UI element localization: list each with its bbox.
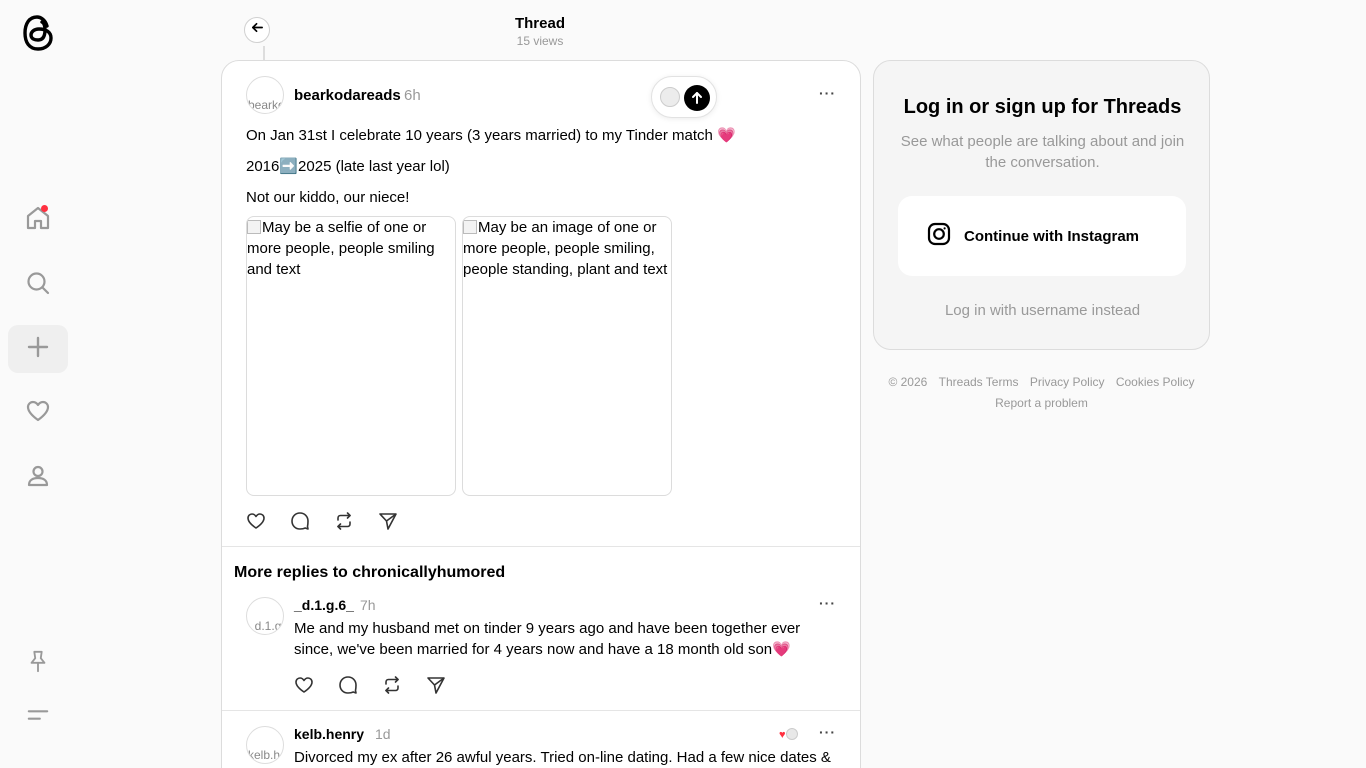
send-icon — [379, 513, 397, 530]
plus-icon — [25, 334, 51, 365]
nav-activity[interactable] — [8, 389, 68, 437]
divider — [222, 710, 860, 711]
comment-button[interactable] — [338, 675, 358, 700]
image-alt-text: May be an image of one or more people, p… — [463, 219, 668, 278]
repost-button[interactable] — [334, 511, 354, 536]
heart-icon — [247, 513, 265, 529]
more-options-icon[interactable]: ··· — [819, 595, 836, 611]
login-subtitle: See what people are talking about and jo… — [900, 133, 1185, 171]
avatar-alt-text: _d.1.g.6_ — [248, 619, 283, 633]
login-card: Log in or sign up for Threads See what p… — [873, 60, 1210, 350]
copyright: © 2026 — [888, 375, 928, 389]
user-icon — [25, 463, 51, 494]
reply-username[interactable]: _d.1.g.6_ — [294, 597, 354, 613]
search-icon — [25, 270, 51, 301]
reply-text: Divorced my ex after 26 awful years. Tri… — [294, 749, 831, 766]
nav-search[interactable] — [8, 261, 68, 309]
send-icon — [427, 677, 445, 694]
notification-dot — [41, 205, 48, 212]
thread-feed: bearkodareads bearkodareads 6h ··· On Ja… — [221, 60, 861, 768]
avatar[interactable]: kelb.henry — [246, 726, 284, 764]
menu-button[interactable] — [20, 699, 56, 735]
liked-by-avatars[interactable]: ♥ — [779, 728, 798, 741]
more-options-icon[interactable]: ··· — [819, 724, 836, 740]
post-text-line: 2016➡️2025 (late last year lol) — [246, 158, 450, 175]
post-actions — [246, 511, 398, 536]
reply-time[interactable]: 1d — [375, 726, 391, 742]
threads-logo-icon[interactable] — [21, 14, 55, 52]
heart-icon — [295, 677, 313, 693]
back-button[interactable] — [244, 17, 270, 43]
post-text-line: On Jan 31st I celebrate 10 years (3 year… — [246, 127, 736, 144]
avatar[interactable]: bearkodareads — [246, 76, 284, 114]
continue-with-instagram-button[interactable]: Continue with Instagram — [898, 196, 1186, 276]
username-login-link[interactable]: Log in with username instead — [874, 302, 1211, 319]
avatar-alt-text: kelb.henry — [248, 748, 283, 762]
heart-icon — [25, 398, 51, 429]
comment-icon — [291, 512, 309, 530]
avatar-alt-text: bearkodareads — [248, 98, 284, 112]
comment-icon — [339, 676, 357, 694]
arrow-up-icon — [684, 85, 710, 111]
comment-button[interactable] — [290, 511, 310, 536]
reply-time[interactable]: 7h — [360, 597, 376, 613]
reply-actions — [294, 675, 446, 700]
repost-button[interactable] — [382, 675, 402, 700]
instagram-button-label: Continue with Instagram — [964, 227, 1140, 245]
post-image[interactable]: May be a selfie of one or more people, p… — [246, 216, 456, 496]
avatar[interactable]: _d.1.g.6_ — [246, 597, 284, 635]
like-button[interactable] — [294, 675, 314, 700]
repost-icon — [385, 676, 399, 694]
reply-username[interactable]: kelb.henry — [294, 726, 364, 742]
arrow-left-icon — [251, 21, 264, 39]
reply-text: Me and my husband met on tinder 9 years … — [294, 620, 801, 658]
footer-link-privacy[interactable]: Privacy Policy — [1030, 375, 1105, 389]
broken-image-icon — [247, 220, 261, 234]
replies-section-title: More replies to chronicallyhumored — [234, 564, 506, 581]
sidebar — [0, 0, 76, 768]
nav-home[interactable] — [8, 196, 68, 244]
share-button[interactable] — [426, 675, 446, 700]
post-text-line: Not our kiddo, our niece! — [246, 189, 410, 206]
post-username[interactable]: bearkodareads — [294, 87, 401, 104]
pin-icon — [26, 649, 50, 678]
view-count: 15 views — [516, 34, 564, 48]
login-title: Log in or sign up for Threads — [903, 96, 1182, 118]
footer-link-terms[interactable]: Threads Terms — [939, 375, 1019, 389]
avatar — [660, 87, 680, 107]
scroll-to-top-pill[interactable] — [651, 76, 717, 118]
menu-icon — [26, 703, 50, 732]
pin-button[interactable] — [20, 645, 56, 681]
repost-icon — [337, 512, 351, 530]
page-title: Thread — [514, 15, 565, 32]
like-button[interactable] — [246, 511, 266, 536]
divider — [222, 546, 860, 547]
share-button[interactable] — [378, 511, 398, 536]
more-options-icon[interactable]: ··· — [819, 85, 836, 101]
footer-link-cookies[interactable]: Cookies Policy — [1116, 375, 1195, 389]
nav-profile[interactable] — [8, 454, 68, 502]
broken-image-icon — [463, 220, 477, 234]
thread-connector — [263, 46, 265, 60]
post-time[interactable]: 6h — [404, 87, 421, 104]
instagram-icon — [926, 221, 964, 252]
footer-link-report[interactable]: Report a problem — [995, 396, 1088, 410]
image-alt-text: May be a selfie of one or more people, p… — [247, 219, 435, 278]
footer: © 2026 Threads Terms Privacy Policy Cook… — [873, 372, 1210, 414]
post-image[interactable]: May be an image of one or more people, p… — [462, 216, 672, 496]
nav-create[interactable] — [8, 325, 68, 373]
